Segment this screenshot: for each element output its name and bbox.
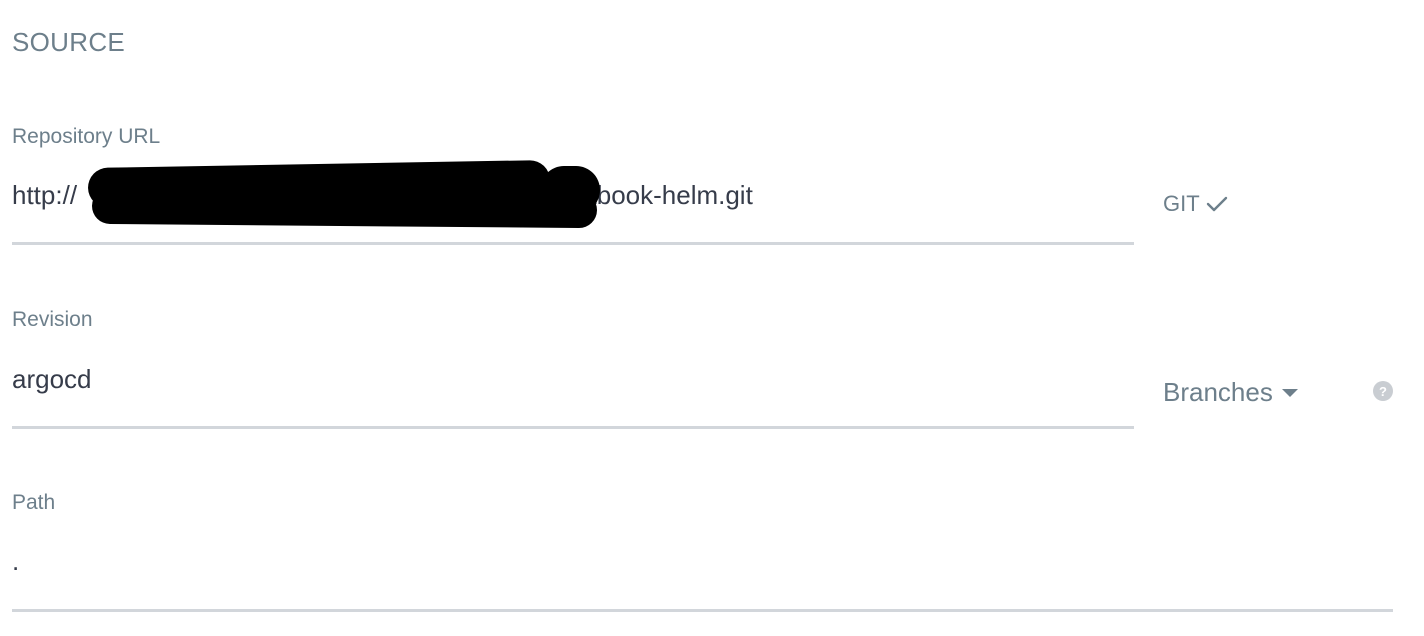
repository-url-label: Repository URL: [12, 125, 161, 148]
revision-input[interactable]: argocd: [12, 364, 92, 395]
branches-dropdown[interactable]: Branches: [1163, 377, 1299, 408]
path-underline: [12, 609, 1393, 612]
repo-type-badge: GIT: [1163, 191, 1228, 217]
revision-underline: [12, 426, 1134, 429]
repo-type-label: GIT: [1163, 191, 1200, 216]
help-circle-icon[interactable]: ?: [1373, 381, 1393, 401]
section-title: SOURCE: [12, 27, 126, 57]
check-icon: [1206, 196, 1227, 212]
caret-down-icon: [1281, 388, 1298, 397]
repository-url-prefix: http://: [12, 180, 78, 210]
revision-label: Revision: [12, 308, 93, 331]
redaction-mark: [91, 187, 598, 229]
path-input[interactable]: .: [12, 546, 19, 577]
repository-url-underline: [12, 242, 1134, 245]
branches-label: Branches: [1163, 377, 1273, 407]
redaction-mark: [540, 166, 600, 214]
path-label: Path: [12, 491, 56, 514]
